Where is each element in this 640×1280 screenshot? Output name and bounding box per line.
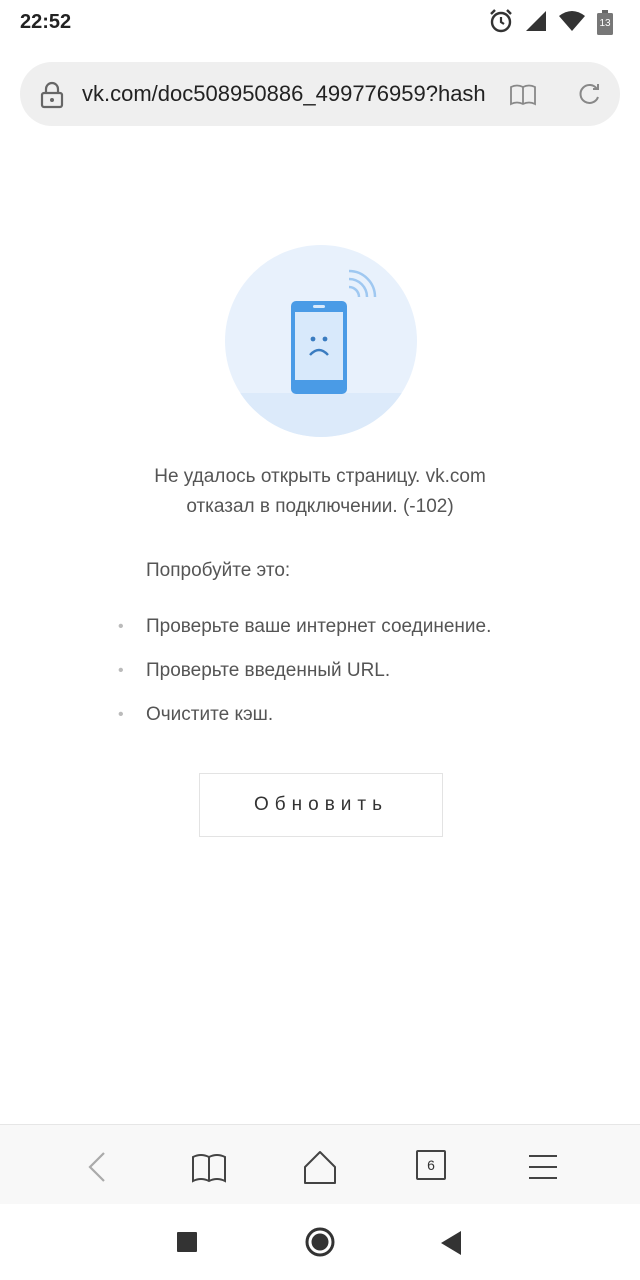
bullet-icon: •: [118, 618, 124, 635]
status-icons: 13: [488, 8, 614, 38]
error-message: Не удалось открыть страницу. vk.com отка…: [80, 462, 560, 522]
menu-icon[interactable]: [523, 1147, 563, 1187]
lock-icon[interactable]: [40, 81, 64, 114]
reload-icon[interactable]: [576, 81, 602, 112]
bookmarks-icon[interactable]: [189, 1147, 229, 1187]
battery-level: 13: [599, 18, 611, 29]
recents-icon[interactable]: [177, 1232, 197, 1257]
home-icon[interactable]: [300, 1147, 340, 1187]
url-bar[interactable]: vk.com/doc508950886_499776959?hash: [20, 62, 620, 126]
system-nav-bar: [0, 1204, 640, 1280]
tips-list: • Проверьте ваше интернет соединение. • …: [116, 616, 556, 748]
list-item: • Проверьте введенный URL.: [116, 660, 556, 704]
tabs-icon[interactable]: 6: [416, 1150, 446, 1180]
list-item: • Очистите кэш.: [116, 704, 556, 748]
reader-mode-icon[interactable]: [509, 83, 537, 112]
back-triangle-icon[interactable]: [441, 1231, 461, 1260]
tip-text: Проверьте введенный URL.: [146, 660, 391, 681]
wifi-icon: [558, 10, 586, 37]
disconnected-phone-illustration: [225, 245, 417, 437]
status-bar: 22:52 13: [0, 0, 640, 46]
refresh-button[interactable]: Обновить: [199, 773, 443, 837]
try-label: Попробуйте это:: [146, 560, 291, 581]
battery-icon: 13: [596, 10, 614, 36]
bullet-icon: •: [118, 706, 124, 723]
signal-icon: [524, 9, 548, 38]
alarm-icon: [488, 8, 514, 39]
error-message-line2: отказал в подключении. (-102): [186, 496, 454, 517]
back-icon[interactable]: [78, 1147, 118, 1187]
list-item: • Проверьте ваше интернет соединение.: [116, 616, 556, 660]
browser-toolbar: 6: [0, 1124, 640, 1204]
tip-text: Очистите кэш.: [146, 704, 274, 725]
url-text[interactable]: vk.com/doc508950886_499776959?hash: [82, 81, 496, 107]
home-circle-icon[interactable]: [305, 1227, 335, 1262]
status-time: 22:52: [20, 11, 72, 33]
tip-text: Проверьте ваше интернет соединение.: [146, 616, 492, 637]
error-message-line1: Не удалось открыть страницу. vk.com: [154, 466, 486, 487]
bullet-icon: •: [118, 662, 124, 679]
